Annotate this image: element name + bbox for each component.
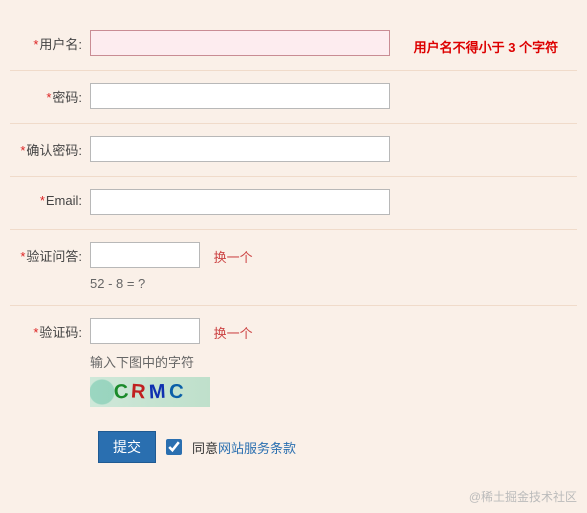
captcha-refresh-link[interactable]: 换一个 <box>214 323 253 342</box>
agree-text: 同意网站服务条款 <box>192 438 296 457</box>
row-secqa: *验证问答: 换一个 52 - 8 = ? <box>10 230 577 306</box>
secqa-question: 52 - 8 = ? <box>90 276 577 291</box>
label-captcha: *验证码: <box>10 318 90 341</box>
agree-checkbox[interactable] <box>166 439 182 455</box>
row-email: *Email: <box>10 177 577 230</box>
row-captcha: *验证码: 换一个 输入下图中的字符 C R M C <box>10 306 577 421</box>
username-error: 用户名不得小于 3 个字符 <box>414 33 558 56</box>
secqa-input[interactable] <box>90 242 200 268</box>
captcha-input[interactable] <box>90 318 200 344</box>
watermark: @稀土掘金技术社区 <box>469 488 577 505</box>
captcha-char: M <box>148 380 169 404</box>
terms-link[interactable]: 网站服务条款 <box>218 441 296 456</box>
submit-row: 提交 同意网站服务条款 <box>10 421 577 463</box>
row-password2: *确认密码: <box>10 124 577 177</box>
registration-form: *用户名: 用户名不得小于 3 个字符 *密码: *确认密码: *Email: … <box>0 0 587 463</box>
captcha-image[interactable]: C R M C <box>90 377 210 407</box>
row-username: *用户名: 用户名不得小于 3 个字符 <box>10 18 577 71</box>
row-password: *密码: <box>10 71 577 124</box>
label-email: *Email: <box>10 189 90 208</box>
username-input[interactable] <box>90 30 390 56</box>
captcha-char: C <box>168 380 187 404</box>
captcha-char: R <box>131 380 150 404</box>
label-username: *用户名: <box>10 30 90 53</box>
submit-button[interactable]: 提交 <box>98 431 156 463</box>
label-password2: *确认密码: <box>10 136 90 159</box>
password-input[interactable] <box>90 83 390 109</box>
captcha-hint: 输入下图中的字符 <box>90 352 577 371</box>
secqa-refresh-link[interactable]: 换一个 <box>214 247 253 266</box>
email-input[interactable] <box>90 189 390 215</box>
password2-input[interactable] <box>90 136 390 162</box>
fieldwrap-username: 用户名不得小于 3 个字符 <box>90 30 577 56</box>
label-password: *密码: <box>10 83 90 106</box>
label-secqa: *验证问答: <box>10 242 90 265</box>
